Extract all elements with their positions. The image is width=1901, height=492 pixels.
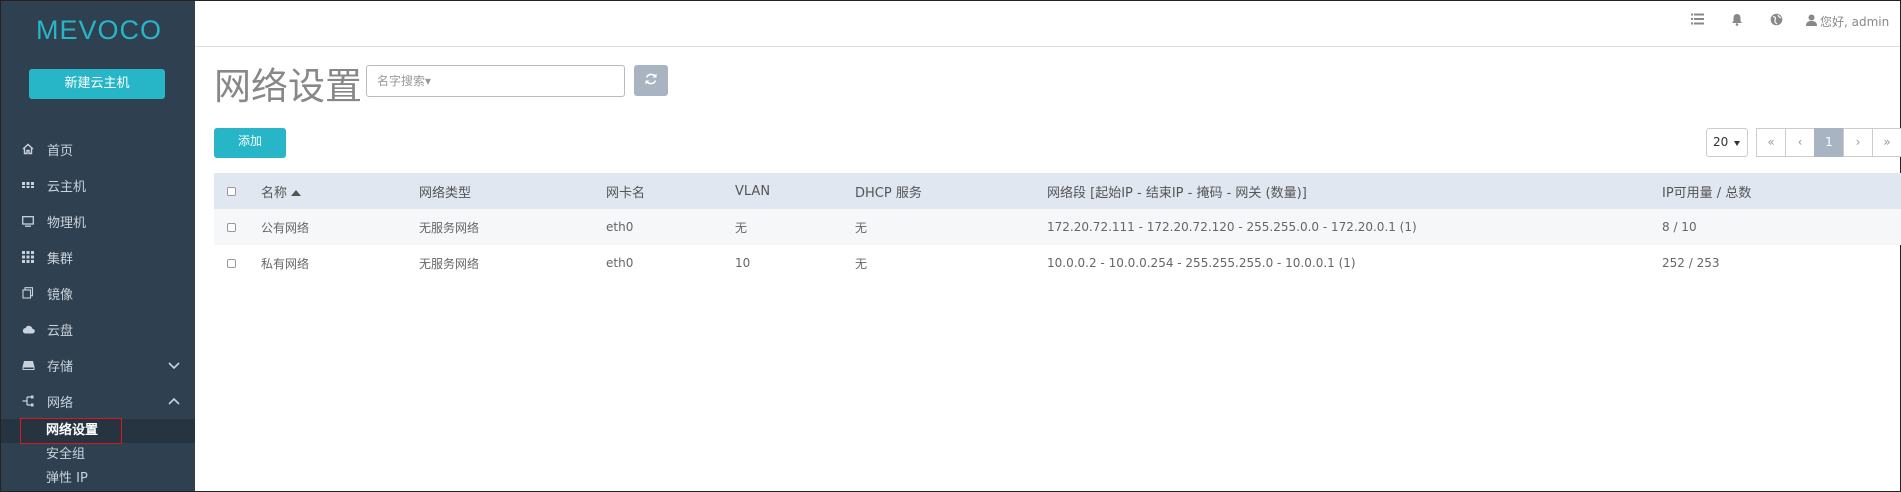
- user-greeting: 您好, admin: [1820, 15, 1890, 29]
- sidebar-subitem-label: 弹性 IP: [46, 471, 88, 486]
- cell-ip-usage: 252 / 253: [1662, 256, 1720, 270]
- cell-nic: eth0: [606, 256, 634, 270]
- sidebar-item-label: 首页: [47, 143, 74, 159]
- sidebar-item-label: 云盘: [47, 323, 74, 339]
- row-checkbox[interactable]: [227, 223, 236, 232]
- sidebar-item-label: 集群: [47, 251, 74, 267]
- sidebar: MEVOCO 新建云主机 首页 云主机 物理机 集群 镜像 云盘 存储 网络 网…: [1, 1, 195, 491]
- sidebar-item-home[interactable]: 首页: [1, 131, 195, 167]
- sidebar-subitem-eip[interactable]: 弹性 IP: [1, 467, 195, 491]
- pager-current[interactable]: 1: [1814, 128, 1844, 157]
- column-header-dhcp: DHCP 服务: [855, 173, 1047, 209]
- sort-asc-icon: [291, 190, 302, 196]
- cell-dhcp: 无: [855, 256, 868, 271]
- pager-first[interactable]: «: [1756, 128, 1786, 157]
- page-size-select[interactable]: 20: [1706, 128, 1748, 157]
- sidebar-item-label: 物理机: [47, 215, 87, 231]
- cell-vlan: 无: [735, 209, 855, 245]
- column-header-vlan: VLAN: [735, 173, 855, 209]
- sidebar-item-label: 存储: [47, 359, 74, 375]
- column-header-name[interactable]: 名称: [261, 173, 419, 209]
- pager-next[interactable]: ›: [1843, 128, 1873, 157]
- search-input[interactable]: 名字搜索▾: [366, 65, 625, 97]
- storage-icon: [21, 358, 35, 372]
- add-button[interactable]: 添加: [214, 128, 286, 158]
- user-icon: [1806, 14, 1817, 29]
- bell-icon[interactable]: [1729, 13, 1745, 29]
- cell-type: 无服务网络: [419, 209, 606, 245]
- chevron-up-icon[interactable]: [167, 394, 181, 408]
- column-header-ip-usage: IP可用量 / 总数: [1662, 173, 1901, 209]
- network-table: 名称 网络类型 网卡名 VLAN DHCP 服务 网络段 [起始IP - 结束I…: [214, 173, 1901, 281]
- page-title: 网络设置: [214, 65, 362, 108]
- sidebar-item-label: 网络: [47, 395, 74, 411]
- cell-name[interactable]: 公有网络: [261, 209, 419, 245]
- cell-nic: eth0: [606, 209, 735, 245]
- vm-icon: [21, 178, 35, 192]
- cell-ip-usage: 8 / 10: [1662, 209, 1901, 245]
- cell-vlan: 10: [735, 256, 751, 270]
- row-checkbox[interactable]: [227, 259, 236, 268]
- sidebar-subitem-network-settings[interactable]: 网络设置: [1, 418, 195, 444]
- network-icon: [21, 394, 35, 408]
- sidebar-item-image[interactable]: 镜像: [1, 275, 195, 311]
- cell-name[interactable]: 私有网络: [261, 245, 419, 281]
- pagination: « ‹ 1 › »: [1756, 128, 1901, 157]
- page-size-value: 20: [1713, 135, 1729, 149]
- column-header-range: 网络段 [起始IP - 结束IP - 掩码 - 网关 (数量)]: [1047, 173, 1662, 209]
- cell-type: 无服务网络: [419, 256, 480, 271]
- table-header-row: 名称 网络类型 网卡名 VLAN DHCP 服务 网络段 [起始IP - 结束I…: [214, 173, 1901, 209]
- sidebar-subitem-security-group[interactable]: 安全组: [1, 443, 195, 467]
- sidebar-item-label: 镜像: [47, 287, 74, 303]
- new-vm-button[interactable]: 新建云主机: [29, 69, 165, 99]
- sidebar-nav: 首页 云主机 物理机 集群 镜像 云盘 存储 网络 网络设置 安全组 弹性 IP: [1, 131, 195, 491]
- top-bar: 您好, admin: [195, 1, 1900, 47]
- sidebar-item-vm[interactable]: 云主机: [1, 167, 195, 203]
- pager-prev[interactable]: ‹: [1785, 128, 1815, 157]
- globe-icon[interactable]: [1768, 13, 1784, 29]
- sidebar-item-cluster[interactable]: 集群: [1, 239, 195, 275]
- sidebar-item-volume[interactable]: 云盘: [1, 311, 195, 347]
- logo: MEVOCO: [36, 15, 163, 45]
- sidebar-item-network[interactable]: 网络: [1, 383, 195, 419]
- image-icon: [21, 286, 35, 300]
- grid-icon: [21, 250, 35, 264]
- sidebar-subitem-label: 安全组: [46, 447, 86, 462]
- table-row[interactable]: 公有网络 无服务网络 eth0 无 无 172.20.72.111 - 172.…: [214, 209, 1901, 245]
- monitor-icon: [21, 214, 35, 228]
- user-menu[interactable]: 您好, admin: [1806, 13, 1889, 30]
- caret-down-icon: [1734, 141, 1740, 146]
- highlight-box: [20, 418, 122, 444]
- refresh-icon: [644, 71, 658, 90]
- cell-range: 172.20.72.111 - 172.20.72.120 - 255.255.…: [1047, 209, 1662, 245]
- sidebar-item-storage[interactable]: 存储: [1, 347, 195, 383]
- cloud-icon: [21, 322, 35, 336]
- cell-range: 10.0.0.2 - 10.0.0.254 - 255.255.255.0 - …: [1047, 256, 1356, 270]
- column-header-type: 网络类型: [419, 173, 606, 209]
- table-row[interactable]: 私有网络 无服务网络 eth0 10 无 10.0.0.2 - 10.0.0.2…: [214, 245, 1901, 281]
- column-header-nic: 网卡名: [606, 173, 735, 209]
- cell-dhcp: 无: [855, 209, 1047, 245]
- home-icon: [21, 142, 35, 156]
- pager-last[interactable]: »: [1872, 128, 1901, 157]
- refresh-button[interactable]: [634, 65, 668, 96]
- chevron-down-icon[interactable]: [167, 358, 181, 372]
- sidebar-item-host[interactable]: 物理机: [1, 203, 195, 239]
- select-all-checkbox[interactable]: [227, 186, 236, 196]
- sidebar-item-label: 云主机: [47, 179, 87, 195]
- list-icon[interactable]: [1689, 13, 1705, 29]
